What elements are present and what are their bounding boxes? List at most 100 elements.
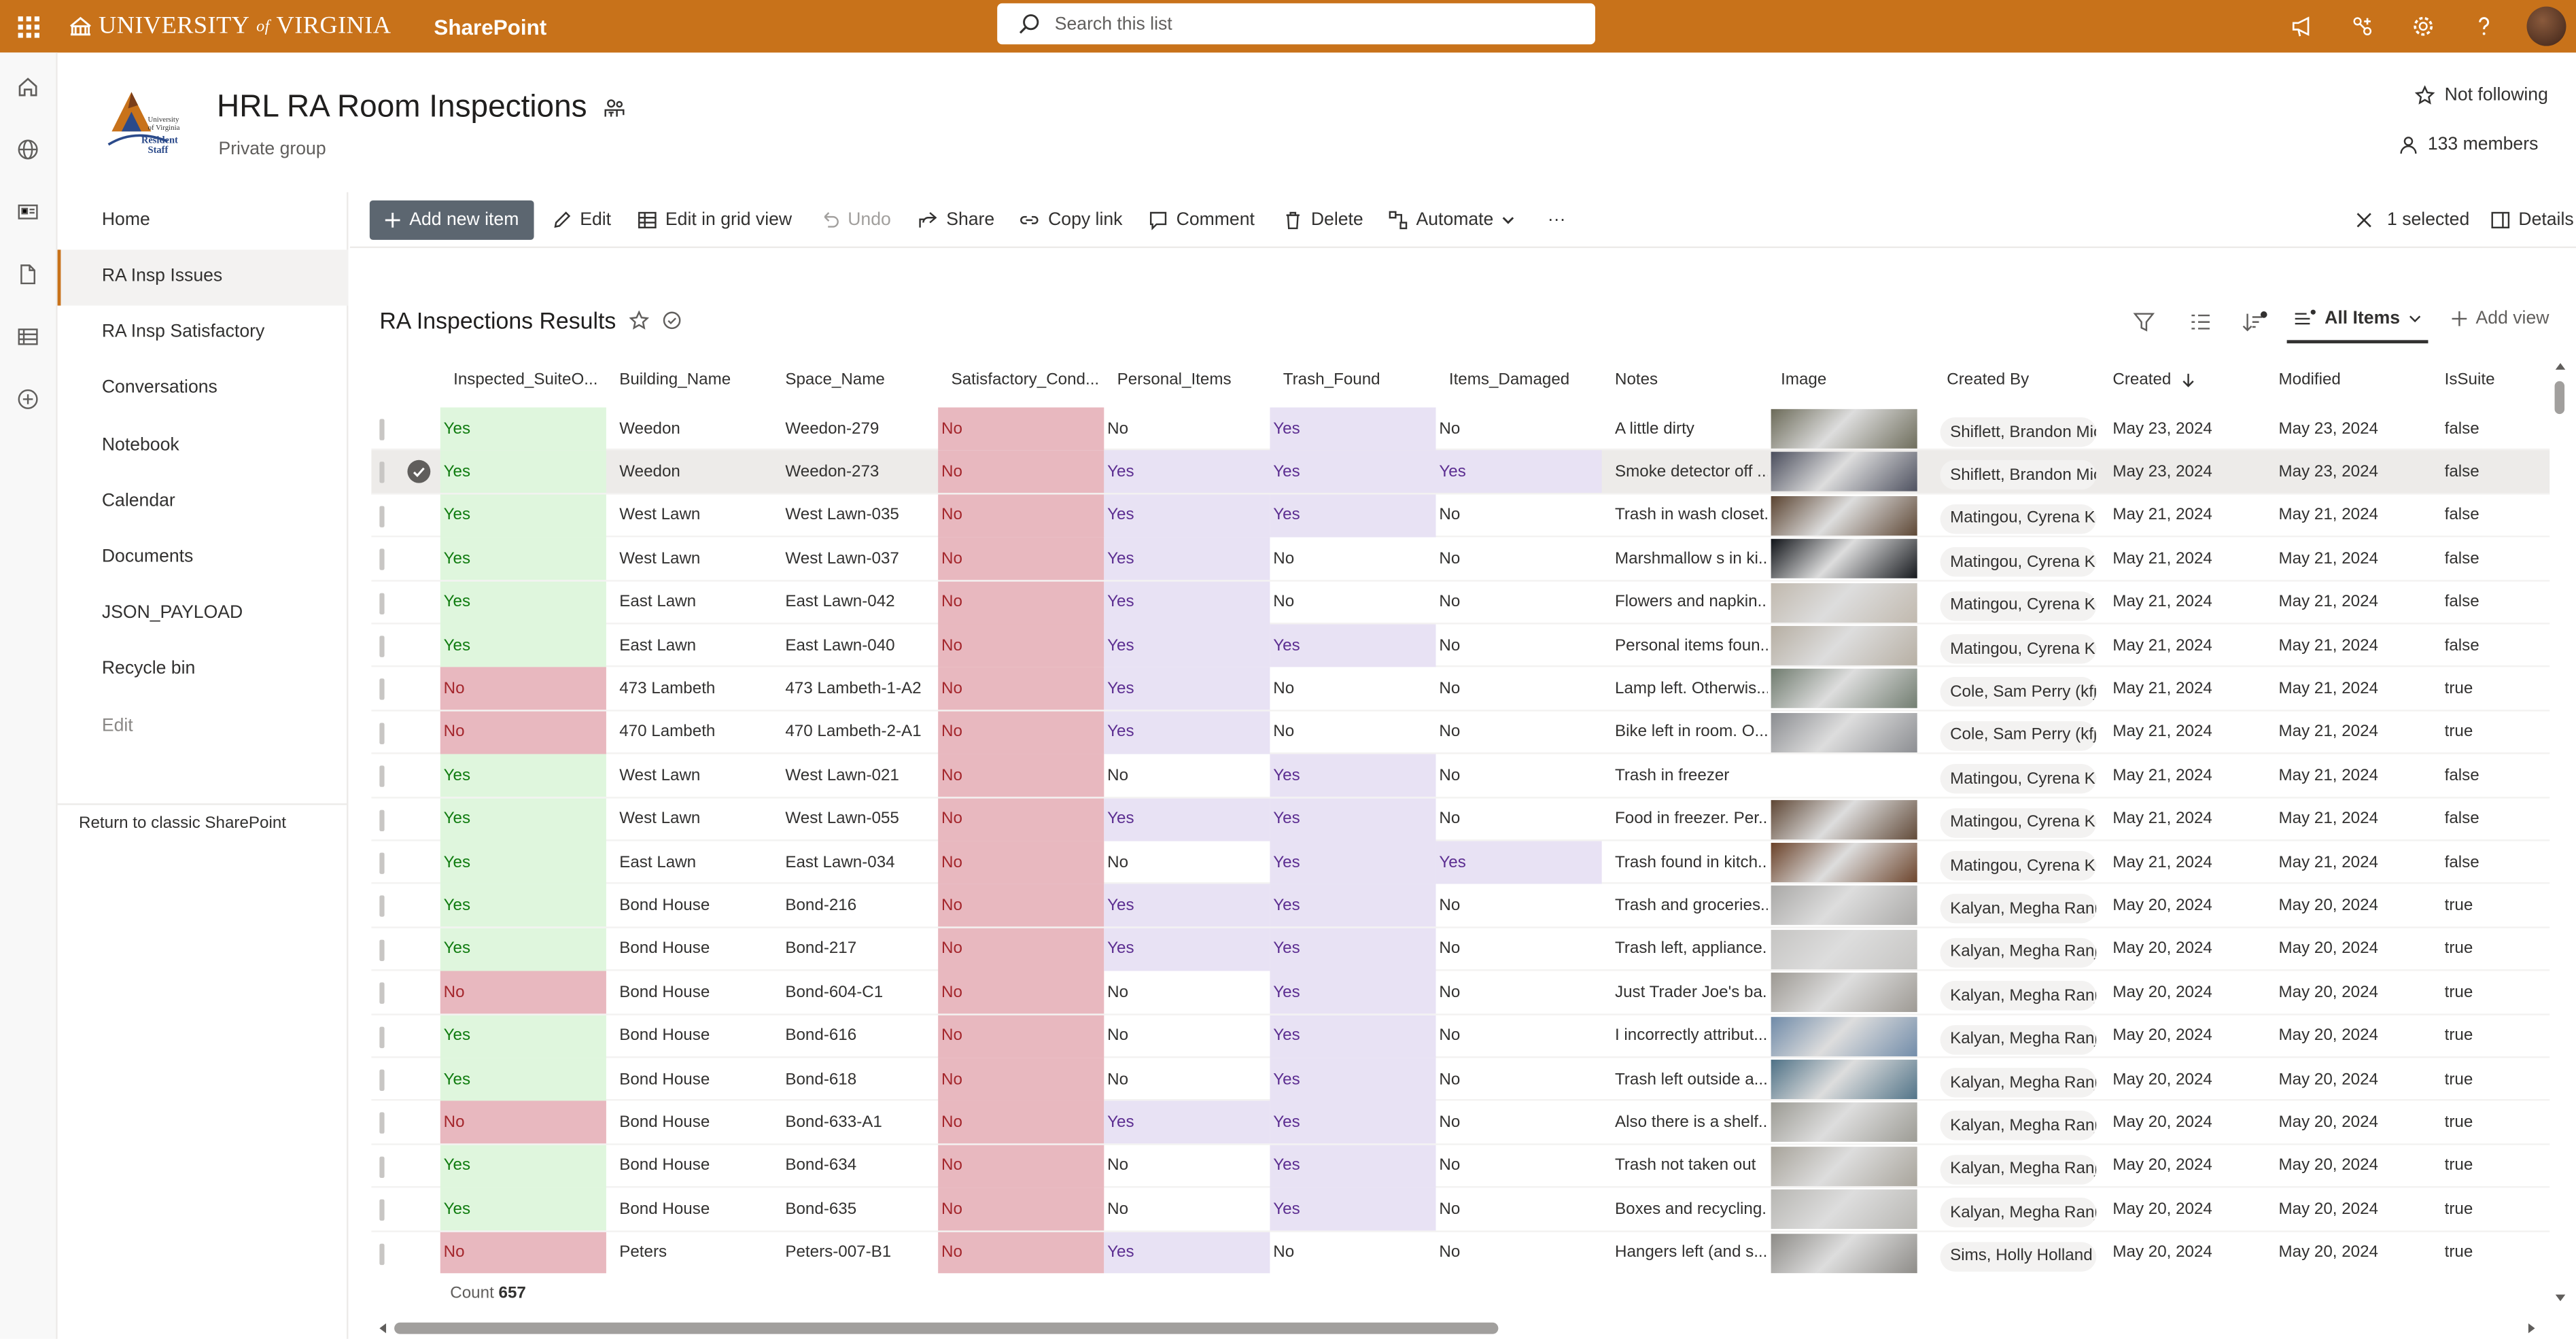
horizontal-scrollbar[interactable] (371, 1319, 2549, 1336)
delete-button[interactable]: Delete (1283, 192, 1363, 248)
table-row[interactable]: Yes Bond House Bond-616 No No Yes No I incorrec… (371, 1014, 2550, 1058)
table-row[interactable]: Yes East Lawn East Lawn-040 No Yes Yes No Perso… (371, 624, 2550, 668)
image-thumbnail[interactable] (1771, 1060, 1917, 1100)
nav-item-ra-insp-issues[interactable]: RA Insp Issues (102, 266, 222, 286)
row-drag-handle[interactable] (379, 549, 385, 571)
row-drag-handle[interactable] (379, 592, 385, 614)
column-header-modified[interactable]: Modified (2265, 357, 2431, 403)
person-chip[interactable]: Shiflett, Brandon Michael (1940, 460, 2097, 491)
table-row[interactable]: No 473 Lambeth 473 Lambeth-1-A2 No Yes No No La… (371, 667, 2550, 712)
image-thumbnail[interactable] (1771, 929, 1917, 969)
table-row[interactable]: Yes Weedon Weedon-279 No No Yes No A little dir… (371, 407, 2550, 451)
cell-image[interactable] (1768, 884, 1917, 927)
cell-created-by[interactable]: Kalyan, Megha Ranjan (1934, 1058, 2100, 1101)
nav-item-notebook[interactable]: Notebook (102, 436, 179, 455)
row-drag-handle[interactable] (379, 723, 385, 744)
row-drag-handle[interactable] (379, 765, 385, 788)
table-row[interactable]: No Bond House Bond-633-A1 No Yes Yes No Also th… (371, 1101, 2550, 1145)
nav-item-json-payload[interactable]: JSON_PAYLOAD (102, 603, 243, 623)
cell-image[interactable] (1768, 1188, 1917, 1231)
cell-image[interactable] (1768, 1232, 1917, 1273)
undo-button[interactable]: Undo (820, 192, 891, 248)
table-row[interactable]: Yes West Lawn West Lawn-035 No Yes Yes No Trash… (371, 494, 2550, 538)
news-icon[interactable] (15, 198, 41, 225)
image-thumbnail[interactable] (1771, 1146, 1917, 1186)
person-chip[interactable]: Kalyan, Megha Ranjan (1940, 1024, 2097, 1054)
globe-icon[interactable] (15, 137, 41, 163)
cell-image[interactable] (1768, 494, 1917, 537)
add-new-item-button[interactable]: Add new item (369, 200, 534, 240)
scroll-down-icon[interactable] (2555, 1293, 2566, 1303)
list-title-text[interactable]: RA Inspections Results (379, 307, 616, 334)
table-row[interactable]: Yes East Lawn East Lawn-034 No No Yes Yes Trash… (371, 841, 2550, 885)
nav-edit-link[interactable]: Edit (102, 716, 133, 736)
cell-image[interactable] (1768, 1101, 1917, 1144)
vertical-scrollbar[interactable] (2552, 357, 2571, 1310)
automate-button[interactable]: Automate (1388, 192, 1514, 248)
image-thumbnail[interactable] (1771, 1016, 1917, 1056)
row-drag-handle[interactable] (379, 1242, 385, 1265)
person-chip[interactable]: Matingou, Cyrena Kristina (1940, 591, 2097, 621)
table-row[interactable]: Yes East Lawn East Lawn-042 No Yes No No Flower… (371, 580, 2550, 625)
scroll-up-icon[interactable] (2555, 362, 2566, 372)
scroll-left-icon[interactable] (378, 1323, 388, 1334)
cell-image[interactable] (1768, 841, 1917, 884)
search-input[interactable]: Search this list (997, 3, 1595, 45)
cell-image[interactable] (1768, 407, 1917, 450)
cell-image[interactable] (1768, 1015, 1917, 1058)
row-drag-handle[interactable] (379, 1069, 385, 1091)
person-chip[interactable]: Kalyan, Megha Ranjan (1940, 1198, 2097, 1228)
column-header-personal-items[interactable]: Personal_Items (1104, 357, 1270, 403)
table-row[interactable]: Yes Bond House Bond-216 No Yes Yes No Trash and… (371, 884, 2550, 928)
image-thumbnail[interactable] (1771, 582, 1917, 623)
column-header-satisfactory[interactable]: Satisfactory_Cond... (938, 357, 1104, 403)
list-icon[interactable] (15, 324, 41, 350)
person-chip[interactable]: Matingou, Cyrena Kristina (1940, 633, 2097, 664)
cell-image[interactable] (1768, 971, 1917, 1014)
cell-image[interactable] (1768, 581, 1917, 624)
row-drag-handle[interactable] (379, 852, 385, 874)
row-drag-handle[interactable] (379, 982, 385, 1005)
cell-created-by[interactable]: Matingou, Cyrena Kristina (1934, 754, 2100, 797)
nav-item-calendar[interactable]: Calendar (102, 491, 175, 511)
sort-icon[interactable] (2241, 299, 2267, 345)
row-drag-handle[interactable] (379, 1199, 385, 1221)
column-header-is-suite[interactable]: IsSuite (2431, 357, 2549, 403)
view-selector[interactable]: All Items (2286, 297, 2429, 344)
person-chip[interactable]: Matingou, Cyrena Kristina (1940, 547, 2097, 577)
cell-image[interactable] (1768, 538, 1917, 580)
cell-created-by[interactable]: Matingou, Cyrena Kristina (1934, 798, 2100, 841)
cell-image[interactable] (1768, 451, 1917, 493)
comment-button[interactable]: Comment (1149, 192, 1255, 248)
image-thumbnail[interactable] (1771, 886, 1917, 926)
row-drag-handle[interactable] (379, 679, 385, 701)
person-chip[interactable]: Kalyan, Megha Ranjan (1940, 1154, 2097, 1185)
site-logo[interactable]: University of Virginia Resident Staff (102, 82, 181, 158)
cell-created-by[interactable]: Matingou, Cyrena Kristina (1934, 581, 2100, 624)
cell-image[interactable] (1768, 711, 1917, 754)
cell-created-by[interactable]: Kalyan, Megha Ranjan (1934, 928, 2100, 971)
help-icon[interactable] (2453, 0, 2513, 52)
column-header-image[interactable]: Image (1768, 357, 1922, 403)
cell-created-by[interactable]: Kalyan, Megha Ranjan (1934, 1015, 2100, 1058)
image-thumbnail[interactable] (1771, 842, 1917, 882)
filter-icon[interactable] (2132, 299, 2155, 345)
share-button[interactable]: Share (918, 192, 994, 248)
row-drag-handle[interactable] (379, 1113, 385, 1134)
column-header-created-by[interactable]: Created By (1934, 357, 2100, 403)
row-drag-handle[interactable] (379, 896, 385, 918)
table-row[interactable]: Yes West Lawn West Lawn-021 No No Yes No Trash … (371, 754, 2550, 798)
column-header-space[interactable]: Space_Name (772, 357, 938, 403)
person-chip[interactable]: Cole, Sam Perry (kfj4ee) (1940, 720, 2097, 751)
row-drag-handle[interactable] (379, 505, 385, 527)
nav-item-conversations[interactable]: Conversations (102, 378, 217, 398)
column-header-inspected[interactable]: Inspected_SuiteO... (440, 357, 606, 403)
image-thumbnail[interactable] (1771, 1102, 1917, 1143)
image-thumbnail[interactable] (1771, 669, 1917, 709)
nav-item-documents[interactable]: Documents (102, 547, 193, 567)
cell-created-by[interactable]: Matingou, Cyrena Kristina (1934, 841, 2100, 884)
table-row[interactable]: Yes Weedon Weedon-273 No Yes Yes Yes Smoke dete… (371, 451, 2550, 495)
row-selected-check-icon[interactable] (407, 460, 431, 484)
cell-created-by[interactable]: Matingou, Cyrena Kristina (1934, 538, 2100, 580)
image-thumbnail[interactable] (1771, 799, 1917, 839)
